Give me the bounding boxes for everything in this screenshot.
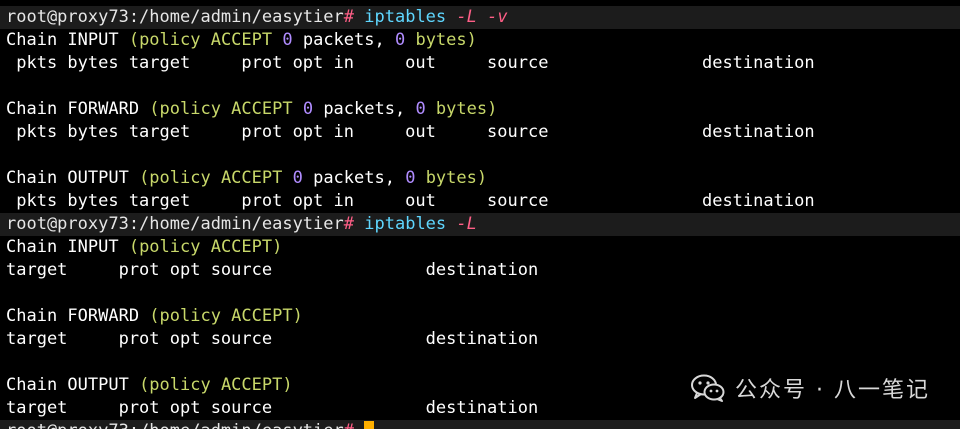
chain-name: Chain OUTPUT — [6, 375, 140, 395]
terminal-window[interactable]: ········································… — [0, 0, 960, 429]
chain-name: Chain FORWARD — [6, 99, 150, 119]
byte-count: 0 — [394, 30, 406, 50]
prompt-line: root@proxy73:/home/admin/easytier# iptab… — [6, 213, 477, 236]
packets-label: packets, — [313, 99, 416, 119]
text-cursor — [364, 421, 375, 429]
packets-label: packets, — [292, 30, 395, 50]
watermark-text: 公众号 · 八一笔记 — [735, 378, 930, 403]
policy-text: (policy ACCEPT) — [149, 306, 303, 326]
column-header: target prot opt source destination — [6, 329, 539, 349]
policy-close: bytes) — [425, 99, 498, 119]
policy-open: (policy ACCEPT — [139, 168, 293, 188]
chain-name: Chain INPUT — [6, 237, 129, 257]
chain-name: Chain OUTPUT — [6, 168, 140, 188]
column-header: pkts bytes target prot opt in out source… — [6, 53, 815, 73]
command-name: iptables — [364, 7, 447, 27]
packet-count: 0 — [302, 99, 314, 119]
command-name: iptables — [364, 214, 447, 234]
chain-line: Chain OUTPUT (policy ACCEPT) — [6, 374, 293, 397]
prompt-user-host-path: root@proxy73:/home/admin/easytier — [6, 7, 344, 27]
chain-line: Chain INPUT (policy ACCEPT 0 packets, 0 … — [6, 29, 477, 52]
chain-name: Chain INPUT — [6, 30, 129, 50]
packets-label: packets, — [302, 168, 406, 188]
policy-close: bytes) — [415, 168, 488, 188]
command-flags: -L — [456, 214, 477, 234]
byte-count: 0 — [405, 168, 416, 188]
column-header: target prot opt source destination — [6, 260, 539, 280]
prompt-hash: # — [343, 214, 355, 234]
prompt-user-host-path: root@proxy73:/home/admin/easytier — [6, 421, 344, 429]
chain-line: Chain FORWARD (policy ACCEPT 0 packets, … — [6, 98, 497, 121]
chain-line: Chain FORWARD (policy ACCEPT) — [6, 305, 303, 328]
policy-open: (policy ACCEPT — [149, 99, 303, 119]
watermark: 公众号 · 八一笔记 — [691, 372, 930, 404]
prompt-user-host-path: root@proxy73:/home/admin/easytier — [6, 214, 344, 234]
policy-open: (policy ACCEPT — [128, 30, 283, 50]
prompt-hash: # — [343, 7, 355, 27]
policy-close: bytes) — [405, 30, 477, 50]
prompt-line[interactable]: root@proxy73:/home/admin/easytier# — [6, 420, 375, 429]
wechat-icon — [691, 374, 725, 402]
packet-count: 0 — [282, 30, 293, 50]
policy-text: (policy ACCEPT) — [128, 237, 283, 257]
policy-text: (policy ACCEPT) — [139, 375, 293, 395]
chain-line: Chain INPUT (policy ACCEPT) — [6, 236, 282, 259]
chain-name: Chain FORWARD — [6, 306, 150, 326]
packet-count: 0 — [292, 168, 303, 188]
column-header: target prot opt source destination — [6, 398, 539, 418]
chain-line: Chain OUTPUT (policy ACCEPT 0 packets, 0… — [6, 167, 487, 190]
command-flags: -L -v — [456, 7, 508, 27]
column-header: pkts bytes target prot opt in out source… — [6, 191, 815, 211]
prompt-line: root@proxy73:/home/admin/easytier# iptab… — [6, 6, 508, 29]
prompt-hash: # — [344, 421, 354, 429]
column-header: pkts bytes target prot opt in out source… — [6, 122, 815, 142]
byte-count: 0 — [415, 99, 426, 119]
